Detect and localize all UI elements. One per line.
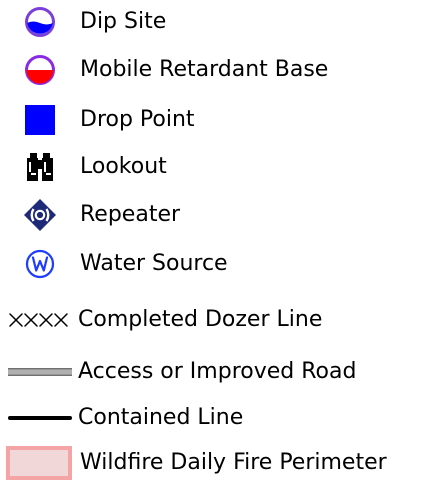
water-source-icon: [20, 244, 60, 284]
map-legend: Dip Site Mobile Retardant Base Drop Poin…: [0, 0, 429, 482]
completed-dozer-line-icon: [8, 300, 72, 340]
drop-point-icon: [20, 100, 60, 140]
legend-item-water-source: Water Source: [0, 244, 429, 284]
legend-label: Drop Point: [80, 107, 195, 132]
legend-item-drop-point: Drop Point: [0, 100, 429, 140]
legend-item-completed-dozer-line: Completed Dozer Line: [0, 300, 429, 340]
access-road-icon: [6, 352, 74, 392]
lookout-icon: [20, 147, 60, 187]
legend-item-repeater: Repeater: [0, 195, 429, 235]
legend-label: Mobile Retardant Base: [80, 57, 329, 82]
legend-item-mobile-retardant-base: Mobile Retardant Base: [0, 50, 429, 90]
legend-label: Dip Site: [80, 9, 167, 34]
legend-item-lookout: Lookout: [0, 147, 429, 187]
legend-item-fire-perimeter: Wildfire Daily Fire Perimeter: [0, 443, 429, 483]
legend-label: Repeater: [80, 202, 181, 227]
legend-item-dip-site: Dip Site: [0, 2, 429, 42]
legend-label: Contained Line: [78, 405, 244, 430]
legend-label: Water Source: [80, 251, 228, 276]
fire-perimeter-icon: [4, 443, 74, 483]
legend-label: Completed Dozer Line: [78, 307, 323, 332]
legend-item-contained-line: Contained Line: [0, 398, 429, 438]
mobile-retardant-base-icon: [20, 50, 60, 90]
repeater-icon: [20, 195, 60, 235]
legend-item-access-road: Access or Improved Road: [0, 352, 429, 392]
legend-label: Lookout: [80, 154, 167, 179]
dip-site-icon: [20, 2, 60, 42]
legend-label: Wildfire Daily Fire Perimeter: [80, 450, 387, 475]
legend-label: Access or Improved Road: [78, 359, 357, 384]
contained-line-icon: [6, 398, 74, 438]
